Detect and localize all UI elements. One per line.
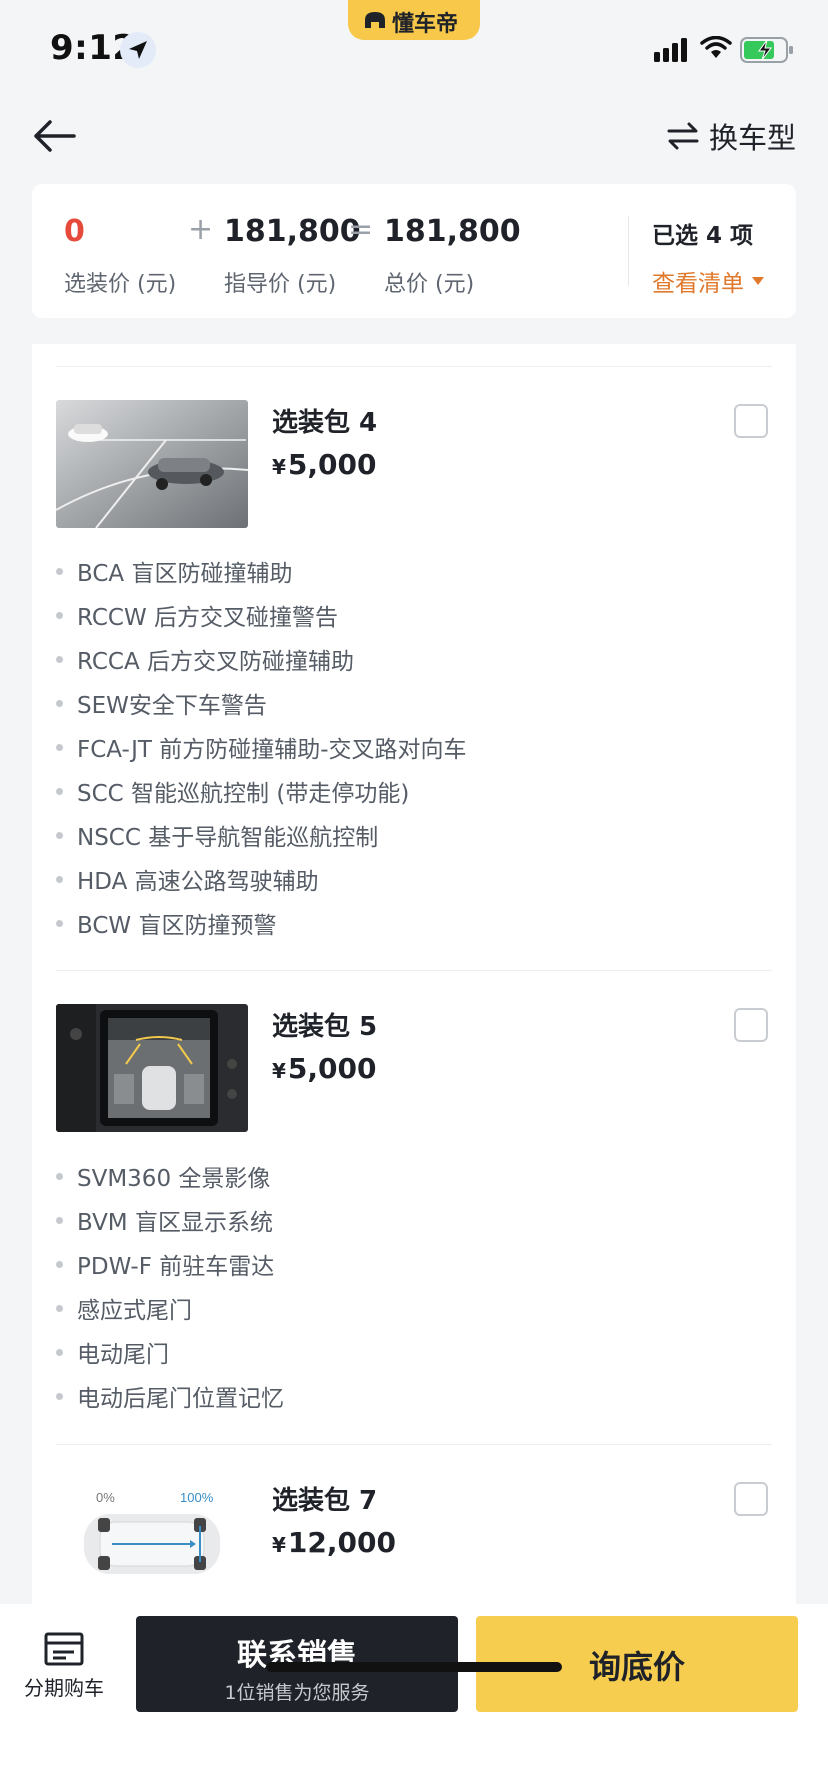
option-price-value: 0 [64,214,85,249]
package-image: 0% 100% [56,1478,248,1604]
package-price-value: 5,000 [287,448,377,481]
package-checkbox[interactable] [734,1008,768,1042]
feature-item: BCW 盲区防撞预警 [56,906,277,940]
feature-item: NSCC 基于导航智能巡航控制 [56,818,378,852]
awd-label-left: 0% [96,1490,115,1505]
feature-item: RCCA 后方交叉防碰撞辅助 [56,642,354,676]
change-model-button[interactable]: 换车型 [667,114,796,158]
installment-button[interactable]: 分期购车 [16,1626,112,1702]
package-price: ¥12,000 [272,1526,396,1559]
guide-price-value: 181,800 [224,214,361,249]
arrow-left-icon [34,120,76,152]
awd-label-right: 100% [180,1490,214,1505]
package-checkbox[interactable] [734,1482,768,1516]
nav-bar: 换车型 [0,100,828,180]
total-price-value: 181,800 [384,214,521,249]
package-image [56,400,248,528]
back-button[interactable] [30,114,82,158]
app-badge[interactable]: 懂车帝 [348,0,480,40]
contact-sales-sublabel: 1位销售为您服务 [224,1682,370,1704]
change-model-label: 换车型 [708,121,796,155]
option-package-list: 选装包 4 ¥5,000 BCA 盲区防碰撞辅助 RCCW 后方交叉碰撞警告 R… [32,344,796,1604]
feature-item: FCA-JT 前方防碰撞辅助-交叉路对向车 [56,730,467,764]
divider [56,366,772,367]
feature-item: SCC 智能巡航控制 (带走停功能) [56,774,409,808]
bottom-action-bar: 分期购车 联系销售 1位销售为您服务 询底价 [0,1604,828,1792]
view-list-link[interactable]: 查看清单 [652,264,764,298]
feature-item: BCA 盲区防碰撞辅助 [56,554,292,588]
divider [56,1444,772,1445]
location-arrow-icon [120,32,156,68]
package-title: 选装包 4 [272,408,378,438]
package-title: 选装包 7 [272,1486,378,1516]
feature-item: RCCW 后方交叉碰撞警告 [56,598,338,632]
feature-item: HDA 高速公路驾驶辅助 [56,862,319,896]
plus-sign: + [188,212,214,247]
option-price-label: 选装价 (元) [64,272,177,297]
selected-count: 已选 4 项 [652,223,754,249]
wifi-icon [700,36,732,58]
total-price-label: 总价 (元) [384,272,475,297]
feature-item: SEW安全下车警告 [56,686,267,720]
app-badge-label: 懂车帝 [392,12,459,37]
swap-arrows-icon [667,122,699,150]
caret-down-icon [752,277,764,285]
package-price: ¥5,000 [272,1052,377,1085]
divider [56,970,772,971]
home-indicator[interactable] [266,1662,562,1672]
feature-item: PDW-F 前驻车雷达 [56,1247,274,1281]
price-summary-card: 0 + 181,800 = 181,800 选装价 (元) 指导价 (元) 总价… [32,184,796,318]
feature-item: BVM 盲区显示系统 [56,1203,273,1237]
app-logo-icon [365,12,385,28]
battery-charging-icon [740,37,793,63]
installment-card-icon [44,1632,84,1666]
currency-symbol: ¥ [272,1533,286,1557]
feature-item: 感应式尾门 [56,1291,192,1325]
view-list-label: 查看清单 [652,271,744,297]
feature-item: 电动后尾门位置记忆 [56,1379,284,1413]
package-price-value: 5,000 [287,1052,377,1085]
guide-price-label: 指导价 (元) [224,272,337,297]
summary-divider [628,216,629,286]
installment-label: 分期购车 [24,1676,104,1700]
cellular-signal-icon [654,38,687,62]
package-title: 选装包 5 [272,1012,378,1042]
feature-item: SVM360 全景影像 [56,1159,270,1193]
equals-sign: = [348,212,374,247]
feature-item: 电动尾门 [56,1335,169,1369]
currency-symbol: ¥ [272,1059,286,1083]
status-bar: 9:12 懂车帝 [0,0,828,100]
package-price-value: 12,000 [287,1526,396,1559]
package-image [56,1004,248,1132]
currency-symbol: ¥ [272,455,286,479]
package-price: ¥5,000 [272,448,377,481]
package-checkbox[interactable] [734,404,768,438]
